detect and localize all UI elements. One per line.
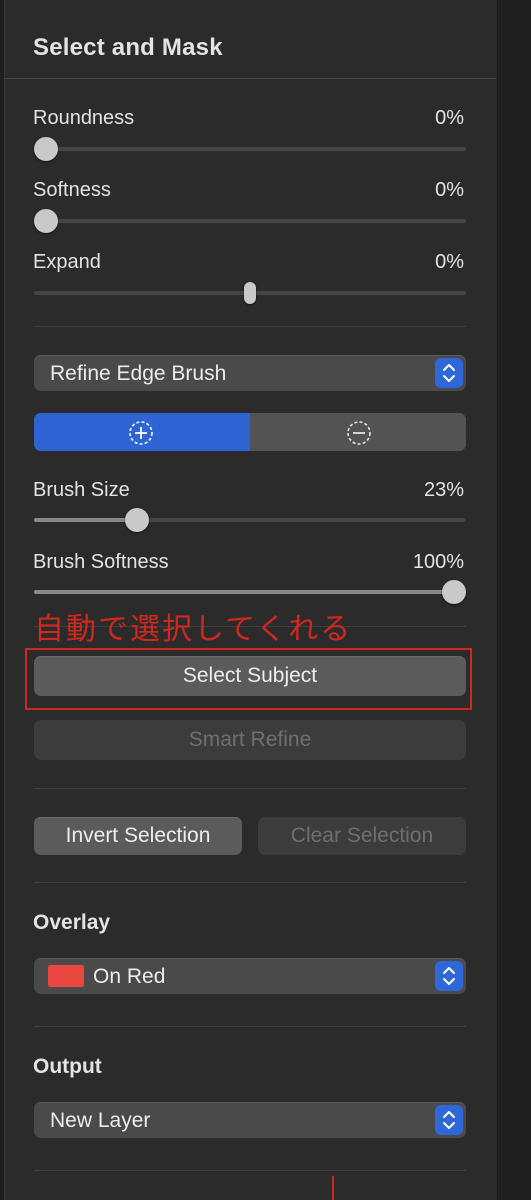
brush-softness-label: Brush Softness [33, 551, 169, 573]
panel-title: Select and Mask [33, 34, 223, 61]
updown-chevron-icon [435, 358, 463, 388]
softness-slider-knob[interactable] [34, 209, 58, 233]
brush-size-value: 23% [423, 479, 464, 501]
brush-mode-select[interactable]: Refine Edge Brush [34, 355, 466, 391]
brush-softness-slider[interactable] [34, 590, 466, 594]
overlay-section-title: Overlay [33, 911, 111, 934]
divider [34, 882, 466, 883]
softness-label: Softness [33, 179, 111, 201]
divider [34, 1026, 466, 1027]
overlay-value: On Red [93, 965, 166, 988]
title-divider [4, 78, 496, 79]
brush-softness-slider-knob[interactable] [442, 580, 466, 604]
brush-softness-value: 100% [412, 551, 464, 573]
plus-circle-icon [129, 421, 153, 445]
select-subject-button[interactable]: Select Subject [34, 656, 466, 696]
invert-selection-button[interactable]: Invert Selection [34, 817, 242, 855]
overlay-select[interactable]: On Red [34, 958, 466, 994]
expand-value: 0% [435, 251, 464, 273]
softness-value: 0% [435, 179, 464, 201]
subtract-brush-button[interactable] [251, 413, 466, 451]
softness-slider[interactable] [34, 219, 466, 223]
divider [34, 326, 466, 327]
output-value: New Layer [50, 1109, 151, 1132]
clear-selection-button[interactable]: Clear Selection [258, 817, 466, 855]
roundness-label: Roundness [33, 107, 135, 129]
brush-mode-value: Refine Edge Brush [50, 362, 227, 385]
overlay-color-swatch [48, 965, 84, 987]
brush-size-fill [34, 518, 137, 522]
output-select[interactable]: New Layer [34, 1102, 466, 1138]
handwritten-annotation: 自動で選択してくれる [34, 612, 353, 647]
smart-refine-button[interactable]: Smart Refine [34, 720, 466, 760]
annotation-stroke [332, 1176, 334, 1200]
brush-size-slider-knob[interactable] [125, 508, 149, 532]
expand-slider-knob[interactable] [244, 282, 256, 304]
minus-circle-icon [347, 421, 371, 445]
brush-size-slider[interactable] [34, 518, 466, 522]
divider [34, 1170, 466, 1171]
brush-add-subtract-toggle [34, 413, 466, 451]
updown-chevron-icon [435, 961, 463, 991]
expand-label: Expand [33, 251, 101, 273]
updown-chevron-icon [435, 1105, 463, 1135]
output-section-title: Output [33, 1055, 102, 1078]
roundness-slider[interactable] [34, 147, 466, 151]
brush-size-label: Brush Size [33, 479, 130, 501]
divider [34, 788, 466, 789]
brush-softness-fill [34, 590, 454, 594]
add-brush-button[interactable] [34, 413, 250, 451]
roundness-slider-knob[interactable] [34, 137, 58, 161]
window-background [497, 0, 531, 1200]
roundness-value: 0% [435, 107, 464, 129]
